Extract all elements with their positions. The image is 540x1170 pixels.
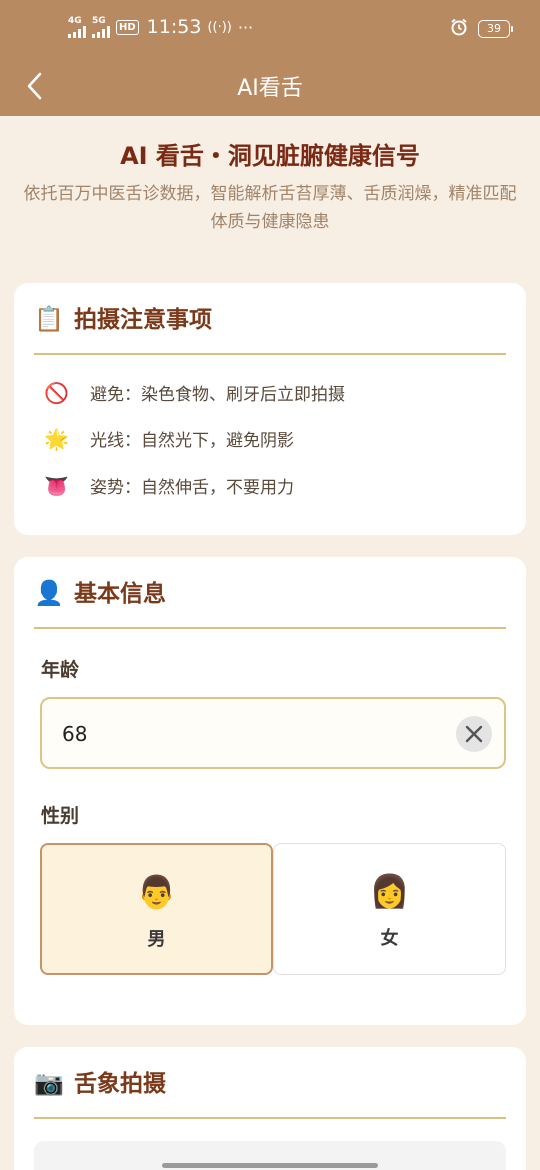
clipboard-icon: 📋 [34, 305, 64, 333]
age-input[interactable] [62, 717, 442, 751]
nfc-icon: ((·)) [207, 19, 232, 35]
more-icon: ··· [237, 17, 254, 37]
tongue-icon: 👅 [44, 473, 69, 498]
notes-card-title: 拍摄注意事项 [74, 307, 212, 333]
clock: 11:53 [146, 16, 202, 38]
battery-icon: 39 [478, 20, 513, 38]
note-text: 光线：自然光下，避免阴影 [90, 431, 294, 451]
note-item: 👅 姿势：自然伸舌，不要用力 [44, 473, 294, 499]
prohibited-icon: 🚫 [44, 380, 69, 405]
man-icon: 👨 [136, 873, 177, 911]
note-item: 🌟 光线：自然光下，避免阴影 [44, 426, 294, 452]
close-icon [465, 725, 483, 743]
status-left: 4G 5G HD 11:53 ((·)) ··· [68, 16, 253, 38]
hero-title: AI 看舌・洞见脏腑健康信号 [120, 142, 420, 170]
signal-4g-icon: 4G [68, 15, 86, 38]
info-card-header: 👤 基本信息 [34, 579, 506, 629]
age-field[interactable] [40, 697, 506, 769]
alarm-icon [450, 18, 468, 40]
age-label: 年龄 [41, 659, 80, 681]
gender-option-female[interactable]: 👩 女 [273, 843, 506, 975]
photo-card-title: 舌象拍摄 [74, 1071, 166, 1097]
sun-icon: 🌟 [44, 426, 69, 451]
basic-info-card: 👤 基本信息 年龄 性别 👨 男 👩 女 [14, 557, 526, 1025]
gender-option-label: 女 [380, 928, 399, 949]
signal-5g-icon: 5G [92, 15, 110, 38]
home-indicator[interactable] [162, 1163, 378, 1168]
hd-icon: HD [116, 19, 139, 35]
user-icon: 👤 [34, 579, 64, 607]
camera-icon: 📷 [34, 1069, 64, 1097]
gender-option-male[interactable]: 👨 男 [40, 843, 273, 975]
signal-5g-label: 5G [92, 15, 106, 26]
notes-card-header: 📋 拍摄注意事项 [34, 305, 506, 355]
page-title: AI看舌 [237, 76, 303, 101]
note-item: 🚫 避免：染色食物、刷牙后立即拍摄 [44, 380, 345, 406]
signal-4g-label: 4G [68, 15, 82, 26]
gender-option-label: 男 [147, 929, 166, 950]
tongue-photo-card: 📷 舌象拍摄 [14, 1047, 526, 1170]
note-text: 避免：染色食物、刷牙后立即拍摄 [90, 385, 345, 405]
status-bar: 4G 5G HD 11:53 ((·)) ··· 39 [0, 0, 540, 58]
status-right: 39 [450, 18, 513, 40]
notes-card: 📋 拍摄注意事项 🚫 避免：染色食物、刷牙后立即拍摄 🌟 光线：自然光下，避免阴… [14, 283, 526, 535]
photo-card-header: 📷 舌象拍摄 [34, 1069, 506, 1119]
note-text: 姿势：自然伸舌，不要用力 [90, 478, 294, 498]
clear-button[interactable] [456, 716, 492, 752]
gender-label: 性别 [41, 805, 80, 827]
woman-icon: 👩 [369, 872, 410, 910]
nav-bar: AI看舌 [0, 58, 540, 116]
hero-subtitle: 依托百万中医舌诊数据，智能解析舌苔厚薄、舌质润燥，精准匹配体质与健康隐患 [23, 184, 517, 232]
info-card-title: 基本信息 [74, 581, 166, 607]
